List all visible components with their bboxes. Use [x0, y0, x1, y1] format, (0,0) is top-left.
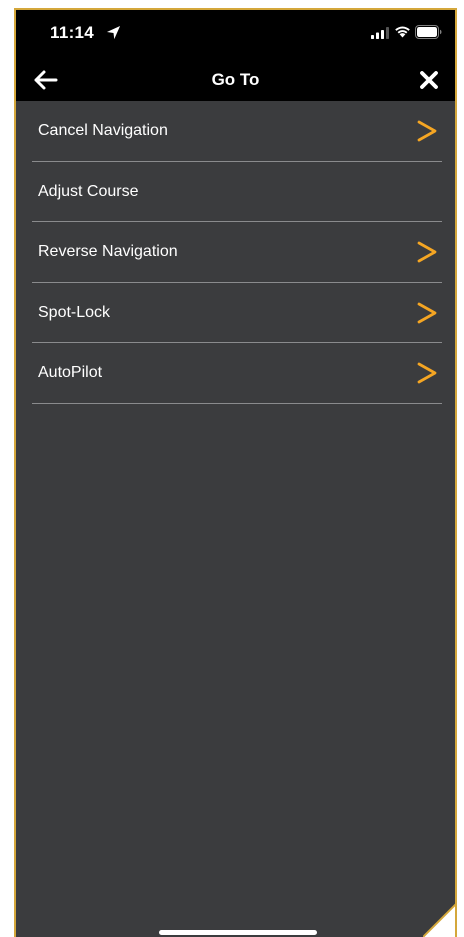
menu-item-label: Reverse Navigation: [38, 243, 178, 261]
menu-item-label: Adjust Course: [38, 182, 139, 200]
menu-item-autopilot[interactable]: AutoPilot: [32, 343, 442, 404]
menu-item-label: Cancel Navigation: [38, 122, 168, 139]
page-title: Go To: [211, 70, 260, 89]
nav-bar: Go To: [16, 60, 455, 101]
menu-item-label: Spot-Lock: [38, 303, 111, 321]
menu-item-adjust-course[interactable]: Adjust Course: [32, 162, 442, 223]
wifi-icon: [395, 26, 410, 38]
chevron-right-icon: [417, 302, 437, 324]
menu-item-reverse-navigation[interactable]: Reverse Navigation: [32, 222, 442, 283]
cellular-signal-icon: [371, 27, 389, 39]
phone-screen: 11:14 Go To Cancel Navigation Adjust Cou…: [14, 8, 457, 937]
chevron-right-icon: [417, 362, 437, 384]
menu-item-cancel-navigation[interactable]: Cancel Navigation: [32, 101, 442, 162]
status-time: 11:14: [50, 23, 95, 42]
location-arrow-icon: [106, 25, 121, 40]
menu-item-spot-lock[interactable]: Spot-Lock: [32, 283, 442, 344]
status-bar: 11:14: [16, 10, 455, 60]
home-indicator[interactable]: [159, 930, 317, 935]
menu-list: Cancel Navigation Adjust Course Reverse …: [32, 101, 442, 404]
corner-fold-decoration: [423, 903, 455, 937]
chevron-right-icon: [417, 120, 437, 142]
battery-icon: [415, 25, 442, 39]
close-icon[interactable]: [417, 68, 441, 92]
menu-item-label: AutoPilot: [38, 364, 103, 382]
chevron-right-icon: [417, 241, 437, 263]
